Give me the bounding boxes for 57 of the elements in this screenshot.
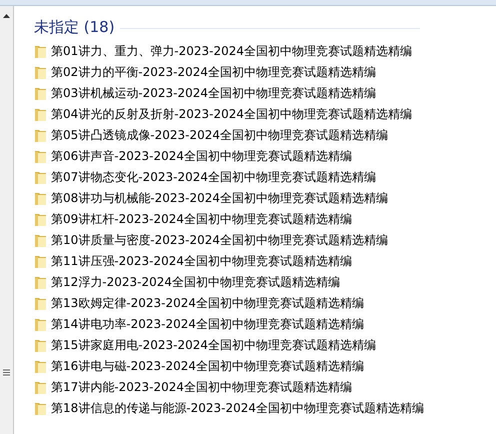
- folder-item[interactable]: 第15讲家庭用电-2023-2024全国初中物理竞赛试题精选精编: [34, 335, 376, 356]
- folder-item[interactable]: 第16讲电与磁-2023-2024全国初中物理竞赛试题精选精编: [34, 356, 364, 377]
- folder-name: 第14讲电功率-2023-2024全国初中物理竞赛试题精选精编: [51, 316, 364, 333]
- folder-name: 第08讲功与机械能-2023-2024全国初中物理竞赛试题精选精编: [51, 190, 388, 207]
- folder-icon: [34, 107, 47, 122]
- folder-icon: [34, 191, 47, 206]
- folder-item[interactable]: 第11讲压强-2023-2024全国初中物理竞赛试题精选精编: [34, 251, 352, 272]
- folder-name: 第15讲家庭用电-2023-2024全国初中物理竞赛试题精选精编: [51, 337, 376, 354]
- grip-icon[interactable]: [3, 369, 10, 376]
- folder-item[interactable]: 第06讲声音-2023-2024全国初中物理竞赛试题精选精编: [34, 146, 352, 167]
- folder-item[interactable]: 第12浮力-2023-2024全国初中物理竞赛试题精选精编: [34, 272, 340, 293]
- folder-icon: [34, 296, 47, 311]
- folder-icon: [34, 128, 47, 143]
- folder-item[interactable]: 第02讲力的平衡-2023-2024全国初中物理竞赛试题精选精编: [34, 62, 376, 83]
- folder-icon: [34, 233, 47, 248]
- folder-name: 第13欧姆定律-2023-2024全国初中物理竞赛试题精选精编: [51, 295, 364, 312]
- folder-item[interactable]: 第04讲光的反射及折射-2023-2024全国初中物理竞赛试题精选精编: [34, 104, 412, 125]
- folder-item[interactable]: 第10讲质量与密度-2023-2024全国初中物理竞赛试题精选精编: [34, 230, 388, 251]
- folder-icon: [34, 275, 47, 290]
- folder-name: 第09讲杠杆-2023-2024全国初中物理竞赛试题精选精编: [51, 211, 352, 228]
- folder-icon: [34, 380, 47, 395]
- group-title[interactable]: 未指定 (18): [34, 18, 115, 36]
- folder-icon: [34, 359, 47, 374]
- folder-name: 第07讲物态变化-2023-2024全国初中物理竞赛试题精选精编: [51, 169, 376, 186]
- folder-icon: [34, 338, 47, 353]
- folder-icon: [34, 212, 47, 227]
- folder-icon: [34, 254, 47, 269]
- folder-name: 第03讲机械运动-2023-2024全国初中物理竞赛试题精选精编: [51, 85, 376, 102]
- scroll-up-icon[interactable]: [3, 14, 10, 18]
- folder-icon: [34, 149, 47, 164]
- folder-name: 第01讲力、重力、弹力-2023-2024全国初中物理竞赛试题精选精编: [51, 43, 412, 60]
- folder-name: 第04讲光的反射及折射-2023-2024全国初中物理竞赛试题精选精编: [51, 106, 412, 123]
- folder-name: 第06讲声音-2023-2024全国初中物理竞赛试题精选精编: [51, 148, 352, 165]
- folder-item[interactable]: 第14讲电功率-2023-2024全国初中物理竞赛试题精选精编: [34, 314, 364, 335]
- folder-name: 第16讲电与磁-2023-2024全国初中物理竞赛试题精选精编: [51, 358, 364, 375]
- folder-icon: [34, 401, 47, 416]
- folder-item[interactable]: 第13欧姆定律-2023-2024全国初中物理竞赛试题精选精编: [34, 293, 364, 314]
- folder-icon: [34, 44, 47, 59]
- folder-item[interactable]: 第17讲内能-2023-2024全国初中物理竞赛试题精选精编: [34, 377, 352, 398]
- folder-name: 第02讲力的平衡-2023-2024全国初中物理竞赛试题精选精编: [51, 64, 376, 81]
- folder-item[interactable]: 第08讲功与机械能-2023-2024全国初中物理竞赛试题精选精编: [34, 188, 388, 209]
- folder-name: 第18讲信息的传递与能源-2023-2024全国初中物理竞赛试题精选精编: [51, 400, 424, 417]
- folder-icon: [34, 65, 47, 80]
- folder-item[interactable]: 第03讲机械运动-2023-2024全国初中物理竞赛试题精选精编: [34, 83, 376, 104]
- folder-name: 第12浮力-2023-2024全国初中物理竞赛试题精选精编: [51, 274, 340, 291]
- folder-icon: [34, 317, 47, 332]
- folder-icon: [34, 86, 47, 101]
- folder-item[interactable]: 第01讲力、重力、弹力-2023-2024全国初中物理竞赛试题精选精编: [34, 41, 412, 62]
- folder-name: 第10讲质量与密度-2023-2024全国初中物理竞赛试题精选精编: [51, 232, 388, 249]
- folder-item[interactable]: 第09讲杠杆-2023-2024全国初中物理竞赛试题精选精编: [34, 209, 352, 230]
- folder-name: 第05讲凸透镜成像-2023-2024全国初中物理竞赛试题精选精编: [51, 127, 388, 144]
- folder-icon: [34, 170, 47, 185]
- folder-item[interactable]: 第05讲凸透镜成像-2023-2024全国初中物理竞赛试题精选精编: [34, 125, 388, 146]
- folder-item[interactable]: 第18讲信息的传递与能源-2023-2024全国初中物理竞赛试题精选精编: [34, 398, 424, 419]
- folder-name: 第11讲压强-2023-2024全国初中物理竞赛试题精选精编: [51, 253, 352, 270]
- folder-name: 第17讲内能-2023-2024全国初中物理竞赛试题精选精编: [51, 379, 352, 396]
- folder-item[interactable]: 第07讲物态变化-2023-2024全国初中物理竞赛试题精选精编: [34, 167, 376, 188]
